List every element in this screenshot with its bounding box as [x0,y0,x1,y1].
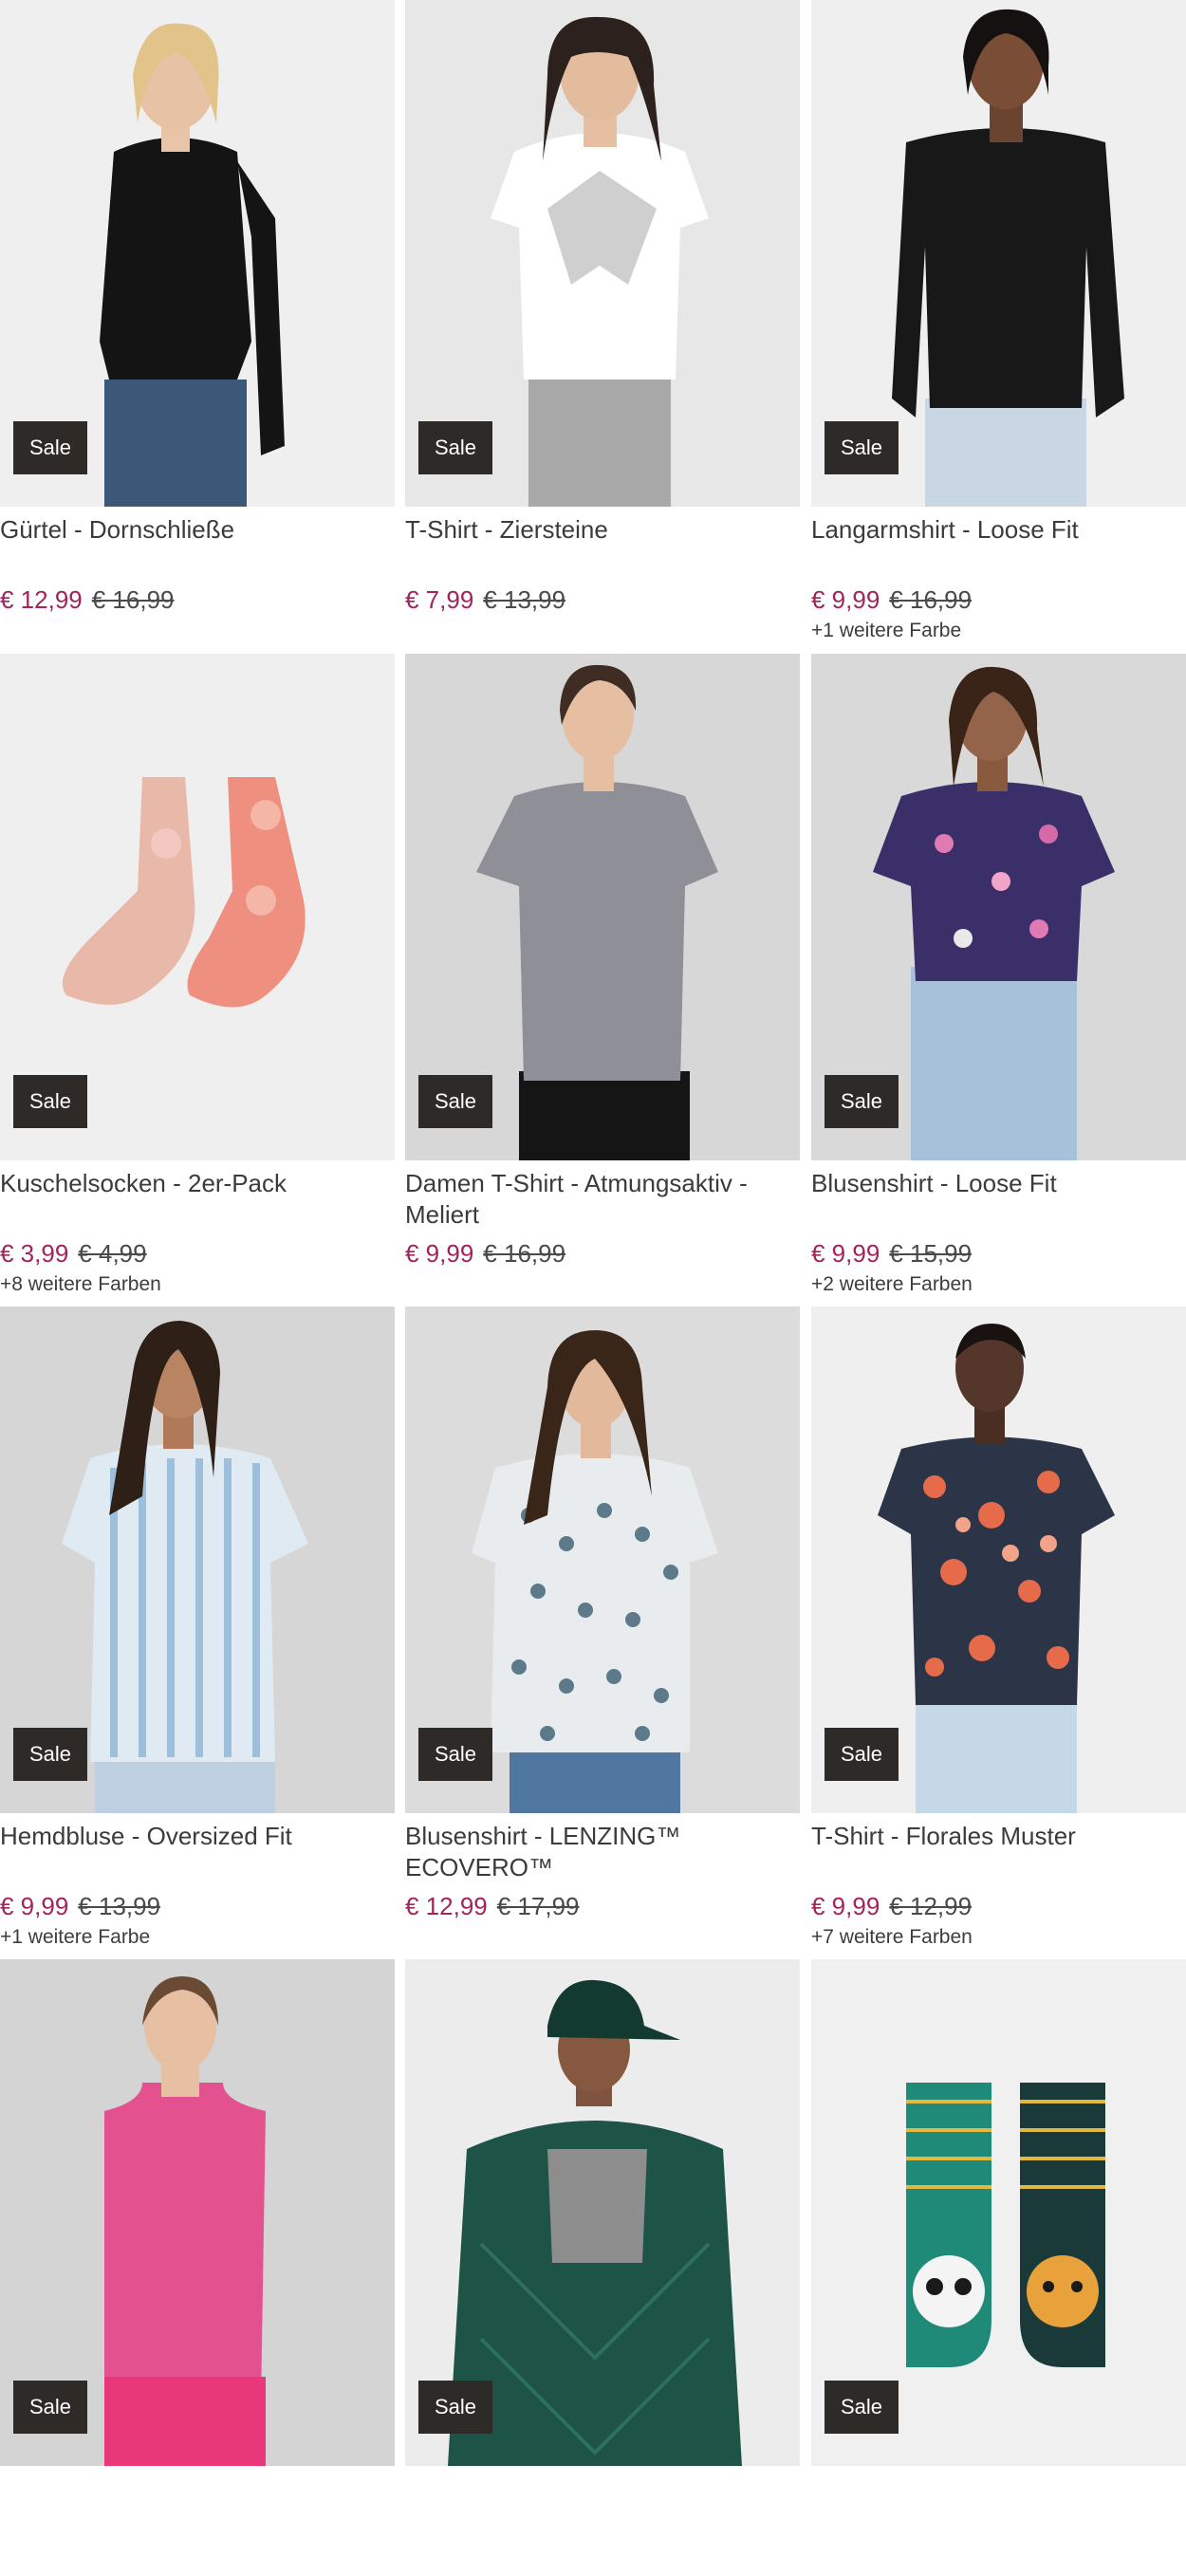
product-grid: Sale Gürtel - Dornschließe € 12,99 € 16,9… [0,0,1186,2466]
product-image[interactable]: Sale [811,1959,1186,2466]
product-title[interactable]: Blusenshirt - LENZING™ ECOVERO™ [405,1813,800,1883]
sale-badge: Sale [825,1075,899,1128]
sale-price: € 12,99 [0,585,83,614]
original-price: € 13,99 [483,585,566,614]
product-title[interactable]: Langarmshirt - Loose Fit [811,507,1186,577]
original-price: € 17,99 [496,1892,580,1920]
more-colors-label[interactable]: +2 weitere Farben [811,1270,1186,1299]
sale-badge: Sale [418,421,492,474]
product-image[interactable]: Sale [405,654,800,1160]
sale-price: € 9,99 [811,1239,880,1268]
original-price: € 16,99 [91,585,175,614]
sale-price: € 9,99 [405,1239,474,1268]
sale-badge: Sale [825,421,899,474]
original-price: € 16,99 [483,1239,566,1268]
more-colors-label[interactable]: +7 weitere Farben [811,1923,1186,1952]
sale-badge: Sale [13,1075,87,1128]
product-title[interactable] [405,2466,800,2536]
product-card[interactable]: Sale [811,1959,1186,2576]
product-title[interactable]: T-Shirt - Ziersteine [405,507,800,577]
sale-badge: Sale [13,421,87,474]
product-title[interactable]: Blusenshirt - Loose Fit [811,1160,1186,1231]
product-card[interactable]: Sale Hemdbluse - Oversized Fit € 9,99 € 1… [0,1307,395,1952]
original-price: € 4,99 [78,1239,147,1268]
product-title[interactable]: Damen T-Shirt - Atmungsaktiv - Meliert [405,1160,800,1231]
product-card[interactable]: Sale Blusenshirt - Loose Fit € 9,99 € 15,… [811,654,1186,1299]
product-title[interactable] [811,2466,1186,2536]
product-title[interactable] [0,2466,395,2536]
product-image[interactable]: Sale [0,0,395,507]
sale-price: € 7,99 [405,585,474,614]
sale-price: € 9,99 [0,1892,69,1920]
product-image[interactable]: Sale [405,0,800,507]
product-image[interactable]: Sale [811,654,1186,1160]
product-card[interactable]: Sale [0,1959,395,2576]
product-card[interactable]: Sale Langarmshirt - Loose Fit € 9,99 € 16… [811,0,1186,645]
sale-price: € 3,99 [0,1239,69,1268]
original-price: € 13,99 [78,1892,161,1920]
product-title[interactable]: T-Shirt - Florales Muster [811,1813,1186,1883]
more-colors-label[interactable]: +8 weitere Farben [0,1270,395,1299]
sale-badge: Sale [418,1728,492,1781]
product-image[interactable]: Sale [811,0,1186,507]
product-card[interactable]: Sale T-Shirt - Florales Muster € 9,99 € 1… [811,1307,1186,1952]
sale-price: € 9,99 [811,1892,880,1920]
original-price: € 15,99 [889,1239,973,1268]
original-price: € 16,99 [889,585,973,614]
product-card[interactable]: Sale Kuschelsocken - 2er-Pack € 3,99 € 4,… [0,654,395,1299]
product-card[interactable]: Sale Damen T-Shirt - Atmungsaktiv - Meli… [405,654,800,1270]
more-colors-label[interactable]: +1 weitere Farbe [0,1923,395,1952]
sale-badge: Sale [825,2381,899,2434]
product-title[interactable]: Kuschelsocken - 2er-Pack [0,1160,395,1231]
sale-badge: Sale [13,1728,87,1781]
sale-badge: Sale [418,2381,492,2434]
original-price: € 12,99 [889,1892,973,1920]
product-card[interactable]: Sale Gürtel - Dornschließe € 12,99 € 16,9… [0,0,395,617]
product-image[interactable]: Sale [0,1307,395,1813]
product-image[interactable]: Sale [405,1307,800,1813]
product-card[interactable]: Sale Blusenshirt - LENZING™ ECOVERO™ € 1… [405,1307,800,1923]
product-title[interactable]: Gürtel - Dornschließe [0,507,395,577]
sale-badge: Sale [13,2381,87,2434]
product-title[interactable]: Hemdbluse - Oversized Fit [0,1813,395,1883]
more-colors-label[interactable]: +1 weitere Farbe [811,617,1186,645]
product-card[interactable]: Sale T-Shirt - Ziersteine € 7,99 € 13,99 [405,0,800,617]
sale-price: € 12,99 [405,1892,488,1920]
sale-price: € 9,99 [811,585,880,614]
sale-badge: Sale [825,1728,899,1781]
product-card[interactable]: Sale [405,1959,800,2576]
product-image[interactable]: Sale [811,1307,1186,1813]
product-image[interactable]: Sale [0,1959,395,2466]
product-image[interactable]: Sale [405,1959,800,2466]
product-image[interactable]: Sale [0,654,395,1160]
sale-badge: Sale [418,1075,492,1128]
